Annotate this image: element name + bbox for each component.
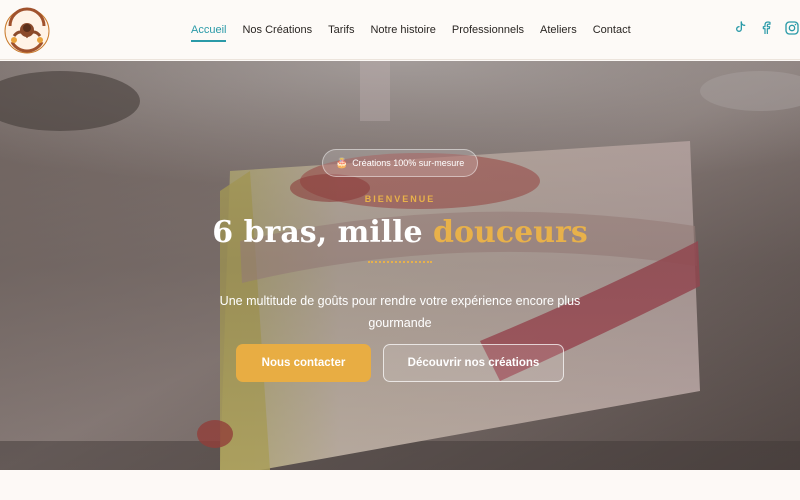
headline-accent: douceurs <box>433 215 588 250</box>
nav-item-ateliers[interactable]: Ateliers <box>532 0 585 60</box>
hero-section: 🎂 Créations 100% sur-mesure BIENVENUE 6 … <box>0 61 800 470</box>
instagram-icon[interactable] <box>784 20 800 36</box>
hero-eyebrow: BIENVENUE <box>364 194 436 204</box>
decorative-divider <box>368 261 432 263</box>
cake-icon: 🎂 <box>335 157 349 169</box>
logo[interactable] <box>2 6 52 56</box>
discover-creations-button[interactable]: Découvrir nos créations <box>383 344 564 382</box>
tiktok-icon[interactable] <box>732 20 748 36</box>
nav-item-contact[interactable]: Contact <box>585 0 639 60</box>
hero-headline: 6 bras, mille douceurs <box>0 213 800 253</box>
nav-item-professionnels[interactable]: Professionnels <box>444 0 532 60</box>
nav-item-accueil[interactable]: Accueil <box>183 0 234 60</box>
hero-subtitle: Une multitude de goûts pour rendre votre… <box>219 293 581 330</box>
facebook-icon[interactable] <box>758 20 774 36</box>
nav-item-tarifs[interactable]: Tarifs <box>320 0 362 60</box>
hero-overlay <box>0 61 800 470</box>
custom-creations-badge: 🎂 Créations 100% sur-mesure <box>322 149 478 177</box>
nav-item-nos-creations[interactable]: Nos Créations <box>234 0 320 60</box>
headline-main: 6 bras, mille <box>212 215 434 250</box>
social-links <box>732 20 800 36</box>
page-below-hero <box>0 470 800 500</box>
nav-item-notre-histoire[interactable]: Notre histoire <box>362 0 443 60</box>
contact-button[interactable]: Nous contacter <box>236 344 371 382</box>
main-nav: Accueil Nos Créations Tarifs Notre histo… <box>183 0 639 60</box>
badge-label: Créations 100% sur-mesure <box>352 158 465 168</box>
site-header: Accueil Nos Créations Tarifs Notre histo… <box>0 0 800 60</box>
